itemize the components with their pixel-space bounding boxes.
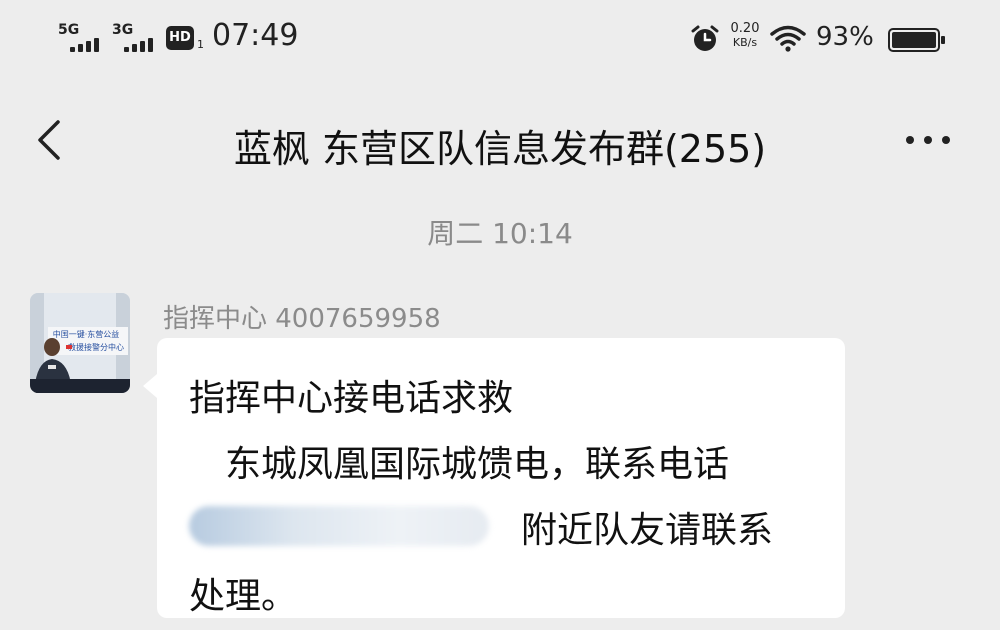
network-speed: 0.20 KB/s <box>725 22 765 50</box>
battery-percentage: 93% <box>816 22 874 52</box>
wifi-icon <box>770 25 806 52</box>
chat-screen: 5G 3G HD 1 07:49 0.20 KB/s 93% 蓝枫 东营区队信息… <box>0 0 1000 630</box>
message-line-3-row: 附近队友请联系 <box>189 498 829 564</box>
chat-header: 蓝枫 东营区队信息发布群(255) <box>0 100 1000 180</box>
alarm-clock-icon <box>691 25 719 51</box>
hd-voice-icon: HD <box>166 26 194 50</box>
sender-name: 指挥中心 4007659958 <box>163 304 441 334</box>
back-chevron-icon[interactable] <box>30 118 70 162</box>
avatar-banner-line2: 救援接警分中心 <box>68 342 124 352</box>
battery-icon <box>888 28 945 52</box>
message-line-4: 处理。 <box>189 576 298 617</box>
avatar-banner-line1: 中国一键·东营公益 <box>53 329 120 339</box>
sender-avatar[interactable]: 中国一键·东营公益 救援接警分中心 <box>30 293 130 393</box>
more-dots-icon[interactable] <box>900 122 956 158</box>
status-time: 07:49 <box>212 18 299 53</box>
message-bubble[interactable]: 指挥中心接电话求救 东城凤凰国际城馈电，联系电话 附近队友请联系 处理。 <box>143 338 845 618</box>
avatar-photo: 中国一键·东营公益 救援接警分中心 <box>30 293 130 393</box>
message-text: 指挥中心接电话求救 东城凤凰国际城馈电，联系电话 附近队友请联系 处理。 <box>189 366 829 630</box>
signal-3g-icon: 3G <box>112 22 162 52</box>
network-speed-unit: KB/s <box>732 36 758 49</box>
network-speed-value: 0.20 <box>730 21 760 36</box>
message-line-1: 指挥中心接电话求救 <box>189 378 514 419</box>
redacted-phone-number <box>189 506 489 546</box>
message-line-3: 附近队友请联系 <box>521 510 774 551</box>
message-line-2: 东城凤凰国际城馈电，联系电话 <box>225 444 730 485</box>
hd-sub-label: 1 <box>197 38 204 51</box>
group-title: 蓝枫 东营区队信息发布群(255) <box>233 127 767 171</box>
message-timestamp: 周二 10:14 <box>427 217 573 250</box>
status-bar: 5G 3G HD 1 07:49 0.20 KB/s 93% <box>0 0 1000 80</box>
signal-5g-icon: 5G <box>58 22 108 52</box>
